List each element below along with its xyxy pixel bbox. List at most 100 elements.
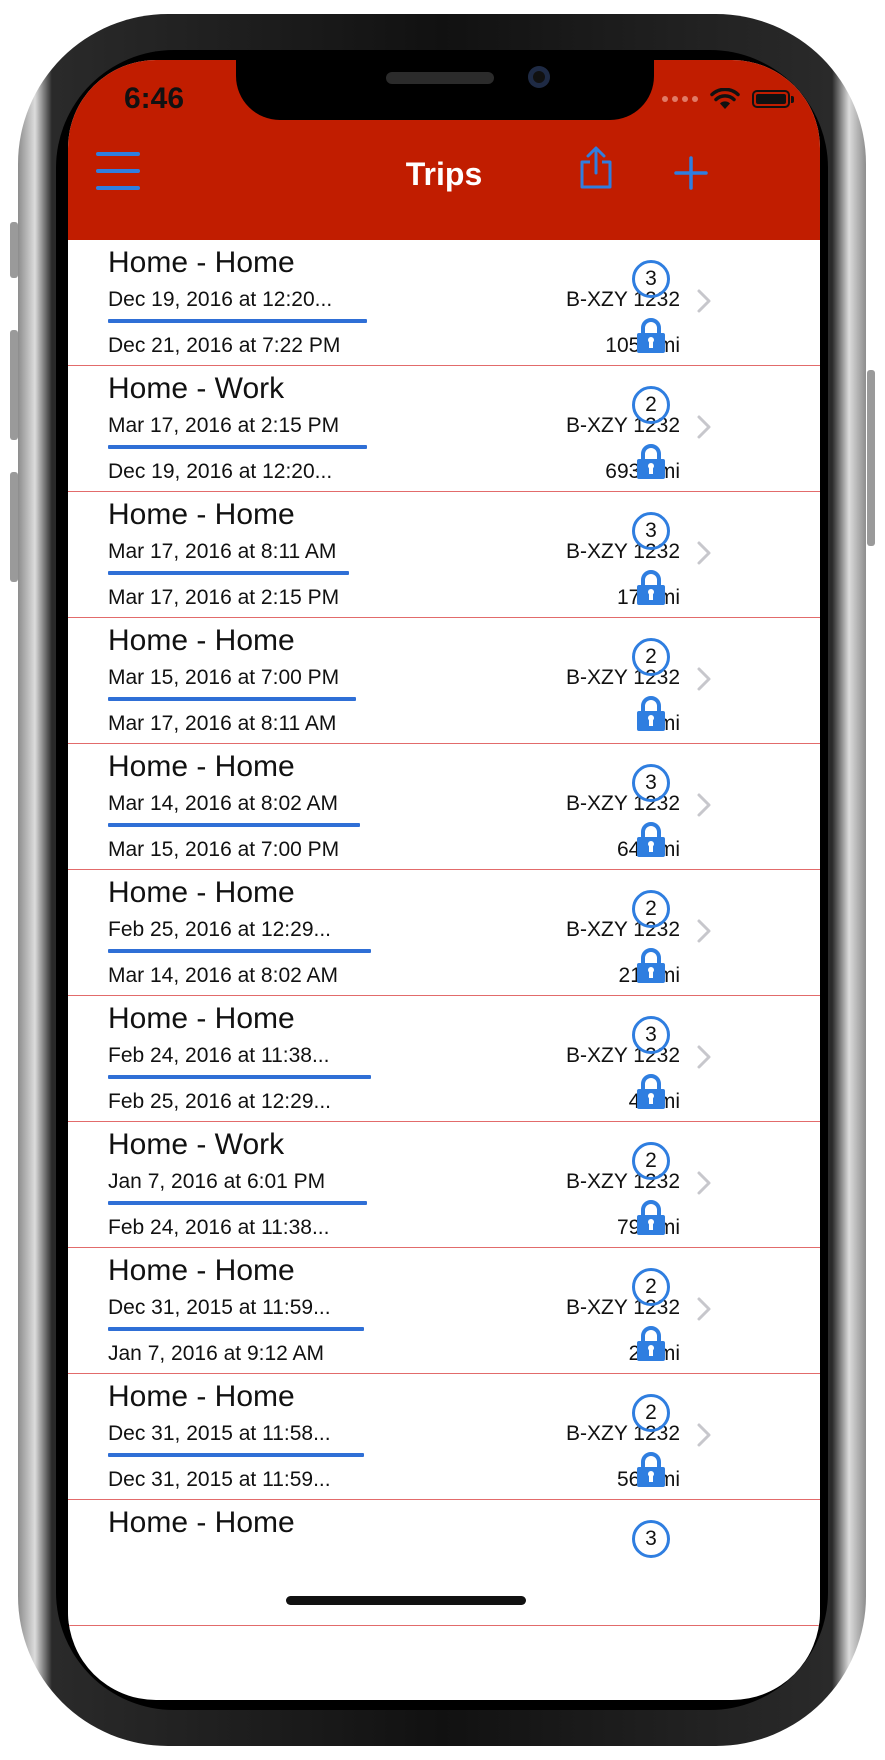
trip-end-date: Dec 21, 2016 at 7:22 PM bbox=[108, 334, 341, 357]
trip-row[interactable]: Home - Home Mar 14, 2016 at 8:02 AM Mar 15… bbox=[68, 744, 820, 870]
app-screen: 6:46 Trips Home - Home Dec 19, 2016 at 1… bbox=[68, 60, 820, 1700]
passenger-count-badge: 3 bbox=[632, 764, 670, 802]
trip-title: Home - Home bbox=[108, 750, 295, 783]
home-indicator[interactable] bbox=[286, 1596, 526, 1605]
lock-icon[interactable] bbox=[636, 948, 666, 989]
trip-title: Home - Home bbox=[108, 498, 295, 531]
chevron-right-icon bbox=[696, 666, 712, 697]
chevron-right-icon bbox=[696, 540, 712, 571]
trip-title: Home - Home bbox=[108, 1254, 295, 1287]
trip-title: Home - Work bbox=[108, 1128, 285, 1161]
lock-icon[interactable] bbox=[636, 570, 666, 611]
trip-progress-bar bbox=[108, 697, 356, 701]
volume-up-button bbox=[10, 330, 18, 440]
lock-icon[interactable] bbox=[636, 444, 666, 485]
trip-progress-bar bbox=[108, 823, 360, 827]
chevron-right-icon bbox=[696, 1422, 712, 1453]
trip-title: Home - Home bbox=[108, 876, 295, 909]
trip-row[interactable]: Home - Work Jan 7, 2016 at 6:01 PM Feb 24,… bbox=[68, 1122, 820, 1248]
passenger-count-badge: 2 bbox=[632, 1394, 670, 1432]
passenger-count-badge: 3 bbox=[632, 1520, 670, 1558]
trip-title: Home - Home bbox=[108, 1002, 295, 1035]
passenger-count-badge: 2 bbox=[632, 890, 670, 928]
battery-icon bbox=[752, 90, 794, 108]
power-button bbox=[867, 370, 875, 546]
trip-end-date: Mar 17, 2016 at 8:11 AM bbox=[108, 712, 337, 735]
passenger-count-badge: 2 bbox=[632, 638, 670, 676]
camera bbox=[528, 66, 550, 88]
volume-down-button bbox=[10, 472, 18, 582]
plus-icon bbox=[674, 156, 708, 190]
trip-title: Home - Home bbox=[108, 624, 295, 657]
speaker bbox=[386, 72, 494, 84]
passenger-count-badge: 3 bbox=[632, 512, 670, 550]
passenger-count-badge: 3 bbox=[632, 1016, 670, 1054]
chevron-right-icon bbox=[696, 288, 712, 319]
lock-icon[interactable] bbox=[636, 1452, 666, 1493]
trip-start-date: Mar 15, 2016 at 7:00 PM bbox=[108, 666, 340, 689]
navigation-header: 6:46 Trips bbox=[68, 60, 820, 240]
passenger-count-badge: 2 bbox=[632, 1268, 670, 1306]
trip-start-date: Dec 31, 2015 at 11:59... bbox=[108, 1296, 331, 1319]
wifi-icon bbox=[710, 88, 740, 109]
share-button[interactable] bbox=[578, 146, 614, 195]
trip-progress-bar bbox=[108, 1327, 364, 1331]
lock-icon[interactable] bbox=[636, 318, 666, 359]
trip-start-date: Feb 24, 2016 at 11:38... bbox=[108, 1044, 330, 1067]
trip-progress-bar bbox=[108, 1075, 371, 1079]
share-icon bbox=[580, 146, 612, 189]
trip-progress-bar bbox=[108, 571, 349, 575]
trip-row[interactable]: Home - Home Mar 15, 2016 at 7:00 PM Mar 17… bbox=[68, 618, 820, 744]
add-trip-button[interactable] bbox=[674, 156, 708, 195]
trip-list[interactable]: Home - Home Dec 19, 2016 at 12:20... Dec 2… bbox=[68, 240, 820, 1626]
notch bbox=[236, 60, 654, 120]
trip-start-date: Dec 31, 2015 at 11:58... bbox=[108, 1422, 331, 1445]
passenger-count-badge: 2 bbox=[632, 1142, 670, 1180]
signal-dots-icon bbox=[662, 96, 698, 102]
trip-start-date: Mar 17, 2016 at 2:15 PM bbox=[108, 414, 340, 437]
passenger-count-badge: 2 bbox=[632, 386, 670, 424]
lock-icon[interactable] bbox=[636, 1074, 666, 1115]
trip-title: Home - Home bbox=[108, 1506, 295, 1539]
trip-end-date: Dec 31, 2015 at 11:59... bbox=[108, 1468, 331, 1491]
trip-end-date: Feb 25, 2016 at 12:29... bbox=[108, 1090, 332, 1113]
lock-icon[interactable] bbox=[636, 696, 666, 737]
mute-switch bbox=[10, 222, 18, 278]
chevron-right-icon bbox=[696, 1044, 712, 1075]
trip-row[interactable]: Home - Home Feb 25, 2016 at 12:29... Mar 1… bbox=[68, 870, 820, 996]
trip-end-date: Mar 17, 2016 at 2:15 PM bbox=[108, 586, 340, 609]
trip-row[interactable]: Home - Home Mar 17, 2016 at 8:11 AM Mar 17… bbox=[68, 492, 820, 618]
trip-start-date: Mar 17, 2016 at 8:11 AM bbox=[108, 540, 337, 563]
passenger-count-badge: 3 bbox=[632, 260, 670, 298]
lock-icon[interactable] bbox=[636, 1200, 666, 1241]
trip-start-date: Mar 14, 2016 at 8:02 AM bbox=[108, 792, 338, 815]
trip-end-date: Jan 7, 2016 at 9:12 AM bbox=[108, 1342, 324, 1365]
lock-icon[interactable] bbox=[636, 1326, 666, 1367]
trip-end-date: Mar 14, 2016 at 8:02 AM bbox=[108, 964, 338, 987]
trip-row[interactable]: Home - Work Mar 17, 2016 at 2:15 PM Dec 19… bbox=[68, 366, 820, 492]
trip-row[interactable]: Home - Home Dec 31, 2015 at 11:58... Dec 3… bbox=[68, 1374, 820, 1500]
trip-title: Home - Home bbox=[108, 1380, 295, 1413]
chevron-right-icon bbox=[696, 792, 712, 823]
trip-progress-bar bbox=[108, 949, 371, 953]
lock-icon[interactable] bbox=[636, 822, 666, 863]
trip-end-date: Dec 19, 2016 at 12:20... bbox=[108, 460, 333, 483]
trip-end-date: Mar 15, 2016 at 7:00 PM bbox=[108, 838, 340, 861]
status-indicators bbox=[662, 88, 794, 110]
trip-row[interactable]: Home - Home Dec 19, 2016 at 12:20... Dec 2… bbox=[68, 240, 820, 366]
trip-title: Home - Home bbox=[108, 246, 295, 279]
trip-row[interactable]: Home - Home 3 bbox=[68, 1500, 820, 1626]
chevron-right-icon bbox=[696, 1296, 712, 1327]
chevron-right-icon bbox=[696, 1170, 712, 1201]
status-time: 6:46 bbox=[124, 82, 185, 115]
trip-progress-bar bbox=[108, 319, 367, 323]
trip-progress-bar bbox=[108, 445, 367, 449]
chevron-right-icon bbox=[696, 918, 712, 949]
trip-start-date: Dec 19, 2016 at 12:20... bbox=[108, 288, 333, 311]
trip-start-date: Feb 25, 2016 at 12:29... bbox=[108, 918, 332, 941]
trip-end-date: Feb 24, 2016 at 11:38... bbox=[108, 1216, 330, 1239]
trip-start-date: Jan 7, 2016 at 6:01 PM bbox=[108, 1170, 326, 1193]
trip-row[interactable]: Home - Home Feb 24, 2016 at 11:38... Feb 2… bbox=[68, 996, 820, 1122]
trip-title: Home - Work bbox=[108, 372, 285, 405]
trip-row[interactable]: Home - Home Dec 31, 2015 at 11:59... Jan 7… bbox=[68, 1248, 820, 1374]
